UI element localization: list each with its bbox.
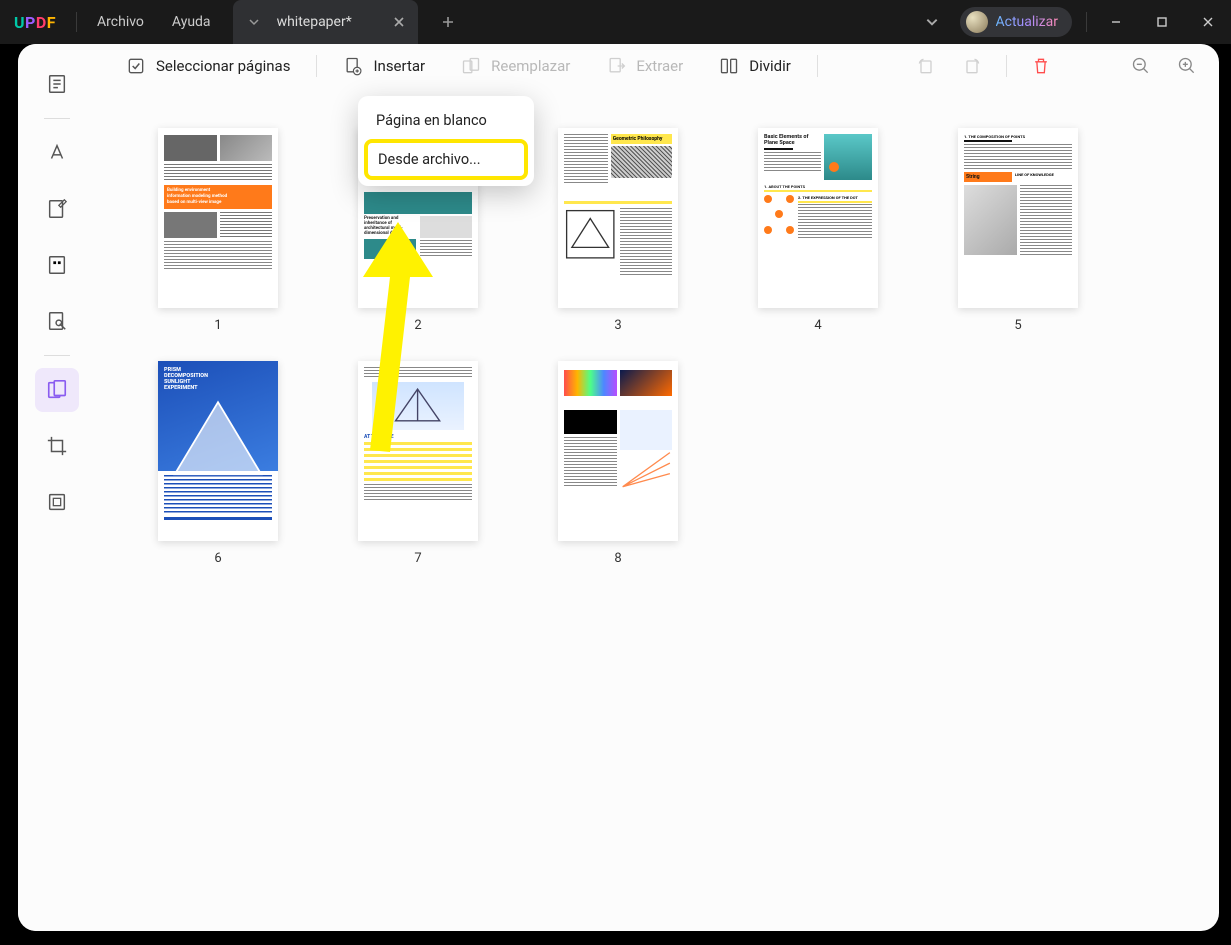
page-thumbnail-4[interactable]: Basic Elements ofPlane Space 1. ABOUT TH…: [758, 128, 878, 308]
tabs-overflow-button[interactable]: [912, 15, 952, 29]
titlebar: UPDF Archivo Ayuda whitepaper* Actualiza…: [0, 0, 1231, 44]
page-thumbnail-6[interactable]: PRISM DECOMPOSITION SUNLIGHT EXPERIMENT: [158, 361, 278, 541]
page-number: 6: [214, 551, 221, 566]
page-thumbnail-5[interactable]: 1. THE COMPOSITION OF POINTS String LINE…: [958, 128, 1078, 308]
insert-dropdown: Página en blanco Desde archivo...: [358, 96, 534, 186]
page-number: 4: [814, 318, 821, 333]
page-cell-3: Geometric Philosophy 3: [528, 128, 708, 333]
window-minimize-button[interactable]: [1093, 0, 1139, 44]
sidebar-form-button[interactable]: [35, 243, 79, 287]
extract-label: Extraer: [636, 57, 683, 75]
insert-blank-page-item[interactable]: Página en blanco: [364, 102, 528, 139]
page-thumbnail-3[interactable]: Geometric Philosophy: [558, 128, 678, 308]
separator: [316, 55, 317, 77]
menu-file[interactable]: Archivo: [83, 0, 158, 44]
page-cell-8: 8: [528, 361, 708, 566]
rotate-right-button: [956, 50, 988, 82]
split-button[interactable]: Dividir: [705, 56, 805, 76]
tab-dropdown-icon[interactable]: [247, 15, 261, 29]
page-number: 2: [414, 318, 421, 333]
update-button[interactable]: Actualizar: [960, 7, 1073, 37]
extract-button: Extraer: [592, 56, 697, 76]
sidebar-organize-pages-button[interactable]: [35, 368, 79, 412]
sidebar-highlight-button[interactable]: [35, 131, 79, 175]
page-number: 1: [214, 318, 221, 333]
sidebar-ocr-button[interactable]: [35, 299, 79, 343]
split-label: Dividir: [749, 57, 791, 75]
separator: [817, 55, 818, 77]
select-pages-label: Seleccionar páginas: [156, 57, 290, 75]
replace-button: Reemplazar: [447, 56, 584, 76]
separator: [76, 12, 77, 32]
zoom-in-button[interactable]: [1171, 50, 1203, 82]
sidebar-reader-button[interactable]: [35, 62, 79, 106]
sidebar-edit-button[interactable]: [35, 187, 79, 231]
page-number: 8: [614, 551, 621, 566]
sidebar-crop-button[interactable]: [35, 424, 79, 468]
update-label: Actualizar: [996, 14, 1059, 30]
tab-title: whitepaper*: [271, 14, 380, 30]
document-tab[interactable]: whitepaper*: [233, 0, 418, 44]
page-thumbnail-8[interactable]: [558, 361, 678, 541]
page-cell-6: PRISM DECOMPOSITION SUNLIGHT EXPERIMENT …: [128, 361, 308, 566]
separator: [44, 355, 70, 356]
page-number: 3: [614, 318, 621, 333]
organize-toolbar: Seleccionar páginas Insertar Reemplazar …: [96, 44, 1219, 88]
delete-page-button[interactable]: [1025, 50, 1057, 82]
zoom-out-button[interactable]: [1125, 50, 1157, 82]
separator: [1086, 12, 1087, 32]
separator: [1006, 55, 1007, 77]
page-cell-4: Basic Elements ofPlane Space 1. ABOUT TH…: [728, 128, 908, 333]
select-pages-button[interactable]: Seleccionar páginas: [112, 56, 304, 76]
page-cell-1: Building environment information modelin…: [128, 128, 308, 333]
sidebar-watermark-button[interactable]: [35, 480, 79, 524]
page-number: 7: [414, 551, 421, 566]
left-sidebar: [18, 44, 96, 931]
thumbnails-area: Building environment information modelin…: [108, 102, 1199, 921]
page-number: 5: [1014, 318, 1021, 333]
separator: [44, 118, 70, 119]
tab-close-button[interactable]: [390, 13, 408, 31]
page-cell-7: AT THE TIME 7: [328, 361, 508, 566]
insert-label: Insertar: [373, 57, 425, 75]
app-logo: UPDF: [0, 13, 70, 32]
window-close-button[interactable]: [1185, 0, 1231, 44]
new-tab-button[interactable]: [434, 8, 462, 36]
insert-button[interactable]: Insertar: [329, 56, 439, 76]
rotate-left-button: [910, 50, 942, 82]
page-thumbnail-1[interactable]: Building environment information modelin…: [158, 128, 278, 308]
insert-from-file-item[interactable]: Desde archivo...: [364, 139, 528, 180]
user-avatar: [966, 11, 988, 33]
menu-help[interactable]: Ayuda: [158, 0, 225, 44]
page-cell-5: 1. THE COMPOSITION OF POINTS String LINE…: [928, 128, 1108, 333]
window-maximize-button[interactable]: [1139, 0, 1185, 44]
page-thumbnail-7[interactable]: AT THE TIME: [358, 361, 478, 541]
main-panel: Seleccionar páginas Insertar Reemplazar …: [18, 44, 1219, 931]
replace-label: Reemplazar: [491, 57, 570, 75]
